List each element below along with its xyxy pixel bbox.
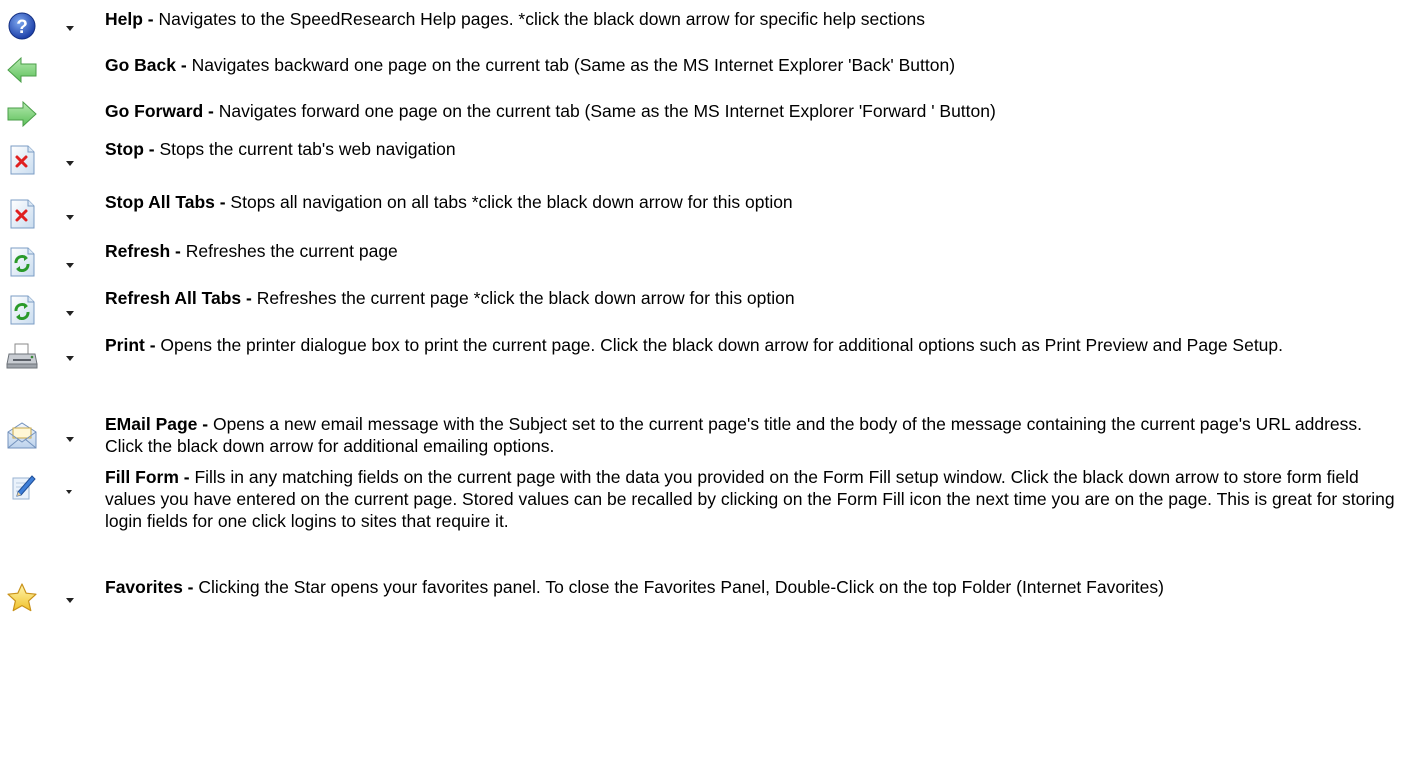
favorites-description: Favorites - Clicking the Star opens your… (105, 576, 1395, 598)
refresh-text: Refreshes the current page (185, 241, 398, 261)
refresh-all-tabs-title: Refresh All Tabs - (105, 288, 257, 308)
refresh-all-tabs-text: Refreshes the current page *click the bl… (256, 288, 795, 308)
go-back-title: Go Back - (105, 55, 192, 75)
fill-form-title: Fill Form - (105, 467, 195, 487)
refresh-dropdown-arrow-icon[interactable] (66, 263, 74, 268)
stop-all-icon[interactable] (4, 196, 40, 232)
stop-all-tabs-text: Stops all navigation on all tabs *click … (230, 192, 793, 212)
help-dropdown-arrow-icon[interactable] (66, 26, 74, 31)
stop-description: Stop - Stops the current tab's web navig… (105, 138, 1395, 160)
stop-text: Stops the current tab's web navigation (159, 139, 456, 159)
help-description: Help - Navigates to the SpeedResearch He… (105, 8, 1395, 30)
print-title: Print - (105, 335, 161, 355)
go-forward-title: Go Forward - (105, 101, 219, 121)
fill-form-text: Fills in any matching fields on the curr… (105, 467, 1395, 531)
stop-title: Stop - (105, 139, 160, 159)
print-description: Print - Opens the printer dialogue box t… (105, 334, 1395, 356)
stop-all-tabs-title: Stop All Tabs - (105, 192, 231, 212)
email-page-text: Opens a new email message with the Subje… (105, 414, 1363, 456)
favorites-dropdown-arrow-icon[interactable] (66, 598, 74, 603)
stop-all-dropdown-arrow-icon[interactable] (66, 215, 74, 220)
email-page-title: EMail Page - (105, 414, 213, 434)
stop-dropdown-arrow-icon[interactable] (66, 161, 74, 166)
fill-form-description: Fill Form - Fills in any matching fields… (105, 466, 1395, 532)
help-title: Help - (105, 9, 159, 29)
refresh-description: Refresh - Refreshes the current page (105, 240, 1395, 262)
email-dropdown-arrow-icon[interactable] (66, 437, 74, 442)
help-text: Navigates to the SpeedResearch Help page… (158, 9, 925, 29)
refresh-title: Refresh - (105, 241, 186, 261)
go-forward-text: Navigates forward one page on the curren… (218, 101, 996, 121)
print-text: Opens the printer dialogue box to print … (160, 335, 1284, 355)
email-page-description: EMail Page - Opens a new email message w… (105, 413, 1395, 457)
email-envelope-icon[interactable] (4, 418, 40, 454)
go-back-text: Navigates backward one page on the curre… (191, 55, 956, 75)
favorites-title: Favorites - (105, 577, 199, 597)
go-forward-description: Go Forward - Navigates forward one page … (105, 100, 1395, 122)
refresh-icon[interactable] (4, 244, 40, 280)
svg-text:?: ? (16, 17, 28, 38)
refresh-all-tabs-description: Refresh All Tabs - Refreshes the current… (105, 287, 1395, 309)
print-dropdown-arrow-icon[interactable] (66, 356, 74, 361)
favorites-star-icon[interactable] (4, 580, 40, 616)
printer-icon[interactable] (4, 338, 40, 374)
refresh-all-dropdown-arrow-icon[interactable] (66, 311, 74, 316)
go-forward-arrow-icon[interactable] (4, 96, 40, 132)
refresh-all-icon[interactable] (4, 292, 40, 328)
fill-form-dropdown-arrow-icon[interactable] (66, 490, 72, 494)
go-back-arrow-icon[interactable] (4, 52, 40, 88)
help-icon[interactable]: ? (4, 7, 40, 43)
go-back-description: Go Back - Navigates backward one page on… (105, 54, 1395, 76)
favorites-text: Clicking the Star opens your favorites p… (198, 577, 1164, 597)
stop-icon[interactable] (4, 142, 40, 178)
fill-form-pencil-icon[interactable] (4, 469, 40, 505)
stop-all-tabs-description: Stop All Tabs - Stops all navigation on … (105, 191, 1395, 213)
